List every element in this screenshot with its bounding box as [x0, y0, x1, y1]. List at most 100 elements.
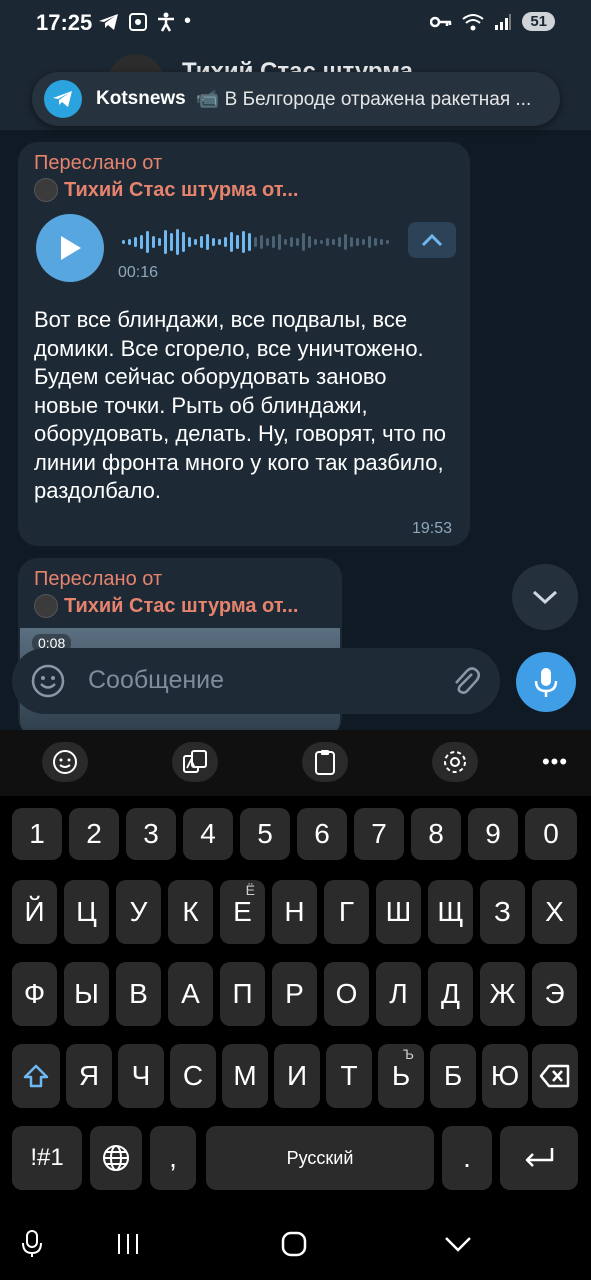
space-key-label: Русский: [286, 1147, 354, 1168]
key-8[interactable]: 8: [411, 808, 461, 860]
key-letter[interactable]: С: [170, 1044, 216, 1108]
symbols-key[interactable]: !#1: [12, 1126, 82, 1190]
key-letter[interactable]: Щ: [428, 880, 473, 944]
key-letter[interactable]: Д: [428, 962, 473, 1026]
waveform-bar: [170, 233, 173, 251]
message-text: Вот все блиндажи, все подвалы, все домик…: [34, 307, 446, 503]
key-letter[interactable]: К: [168, 880, 213, 944]
notification-app-name: Kotsnews: [96, 88, 186, 109]
key-4[interactable]: 4: [183, 808, 233, 860]
message-bubble[interactable]: Переслано от Тихий Стас штурма от... 00:…: [18, 142, 470, 546]
emoji-icon[interactable]: [30, 663, 66, 699]
key-letter[interactable]: Ч: [118, 1044, 164, 1108]
key-letter[interactable]: Я: [66, 1044, 112, 1108]
recents-icon: [118, 1234, 138, 1254]
forwarded-source[interactable]: Тихий Стас штурма от...: [34, 594, 298, 618]
key-letter[interactable]: З: [480, 880, 525, 944]
key-0[interactable]: 0: [525, 808, 577, 860]
waveform-bar: [302, 233, 305, 251]
voice-input-button[interactable]: [12, 1224, 52, 1264]
waveform-bar: [296, 238, 299, 246]
key-letter[interactable]: А: [168, 962, 213, 1026]
key-letter[interactable]: Л: [376, 962, 421, 1026]
period-key[interactable]: .: [442, 1126, 492, 1190]
chevron-down-icon: [445, 1237, 471, 1252]
keyboard-toolbar: •••: [0, 730, 591, 796]
voice-record-button[interactable]: [516, 652, 576, 712]
keyboard-settings-button[interactable]: [432, 742, 478, 782]
key-letter[interactable]: Ы: [64, 962, 109, 1026]
key-5[interactable]: 5: [240, 808, 290, 860]
waveform-bar: [356, 238, 359, 246]
notification-banner[interactable]: Kotsnews 📹 В Белгороде отражена ракетная…: [32, 72, 560, 126]
translate-button[interactable]: [172, 742, 218, 782]
message-input-bar[interactable]: Сообщение: [12, 648, 500, 714]
backspace-key[interactable]: [532, 1044, 578, 1108]
screenshot-icon: [129, 12, 147, 31]
battery-indicator: 51: [522, 12, 555, 31]
play-button[interactable]: [36, 214, 104, 282]
key-letter[interactable]: М: [222, 1044, 268, 1108]
key-letter[interactable]: Р: [272, 962, 317, 1026]
key-letter-e[interactable]: Е Ё: [220, 880, 265, 944]
language-key[interactable]: [90, 1126, 142, 1190]
key-letter[interactable]: Э: [532, 962, 577, 1026]
key-icon: [430, 16, 452, 27]
source-avatar: [34, 178, 58, 202]
scroll-down-button[interactable]: [512, 564, 578, 630]
shift-key[interactable]: [12, 1044, 60, 1108]
key-9[interactable]: 9: [468, 808, 518, 860]
key-letter[interactable]: Т: [326, 1044, 372, 1108]
home-button[interactable]: [274, 1224, 314, 1264]
more-options-button[interactable]: •••: [532, 742, 578, 782]
waveform-bar: [140, 235, 143, 249]
key-letter[interactable]: П: [220, 962, 265, 1026]
smiley-icon: [53, 750, 77, 774]
key-6[interactable]: 6: [297, 808, 347, 860]
key-letter[interactable]: Ю: [482, 1044, 528, 1108]
key-letter[interactable]: В: [116, 962, 161, 1026]
key-letter[interactable]: У: [116, 880, 161, 944]
waveform[interactable]: [122, 228, 398, 256]
waveform-bar: [326, 238, 329, 246]
key-letter[interactable]: Ш: [376, 880, 421, 944]
key-7[interactable]: 7: [354, 808, 404, 860]
attach-icon[interactable]: [448, 664, 482, 698]
waveform-bar: [206, 234, 209, 250]
key-letter[interactable]: Н: [272, 880, 317, 944]
key-letter[interactable]: Х: [532, 880, 577, 944]
chat-area[interactable]: Тихий Стас штурма... Kotsnews 📹 В Белгор…: [0, 50, 591, 730]
back-button[interactable]: [438, 1224, 478, 1264]
forwarded-label: Переслано от: [34, 152, 163, 174]
key-letter[interactable]: И: [274, 1044, 320, 1108]
waveform-bar: [164, 230, 167, 254]
key-letter-e-alt: Ё: [245, 882, 255, 898]
key-3[interactable]: 3: [126, 808, 176, 860]
recent-apps-button[interactable]: [108, 1224, 148, 1264]
enter-key[interactable]: [500, 1126, 578, 1190]
system-nav-bar: [0, 1200, 591, 1280]
clipboard-icon: [315, 750, 335, 775]
waveform-bar: [368, 236, 371, 248]
emoji-keyboard-button[interactable]: [42, 742, 88, 782]
key-letter[interactable]: Й: [12, 880, 57, 944]
forwarded-source[interactable]: Тихий Стас штурма от...: [34, 178, 298, 202]
key-letter[interactable]: Г: [324, 880, 369, 944]
message-input[interactable]: Сообщение: [88, 666, 224, 695]
key-1[interactable]: 1: [12, 808, 62, 860]
clipboard-button[interactable]: [302, 742, 348, 782]
waveform-bar: [176, 229, 179, 255]
transcribe-button[interactable]: [408, 222, 456, 258]
comma-key[interactable]: ,: [150, 1126, 196, 1190]
key-letter[interactable]: Ц: [64, 880, 109, 944]
key-letter-soft-sign[interactable]: Ь Ъ: [378, 1044, 424, 1108]
space-key[interactable]: Русский: [206, 1126, 434, 1190]
key-letter[interactable]: Ф: [12, 962, 57, 1026]
key-2[interactable]: 2: [69, 808, 119, 860]
waveform-bar: [338, 237, 341, 247]
waveform-bar: [248, 233, 251, 251]
key-letter[interactable]: Б: [430, 1044, 476, 1108]
key-letter[interactable]: Ж: [480, 962, 525, 1026]
keyboard: 1 2 3 4 5 6 7 8 9 0 Й Ц У К Е Ё Н Г Ш Щ …: [0, 796, 591, 1200]
key-letter[interactable]: О: [324, 962, 369, 1026]
